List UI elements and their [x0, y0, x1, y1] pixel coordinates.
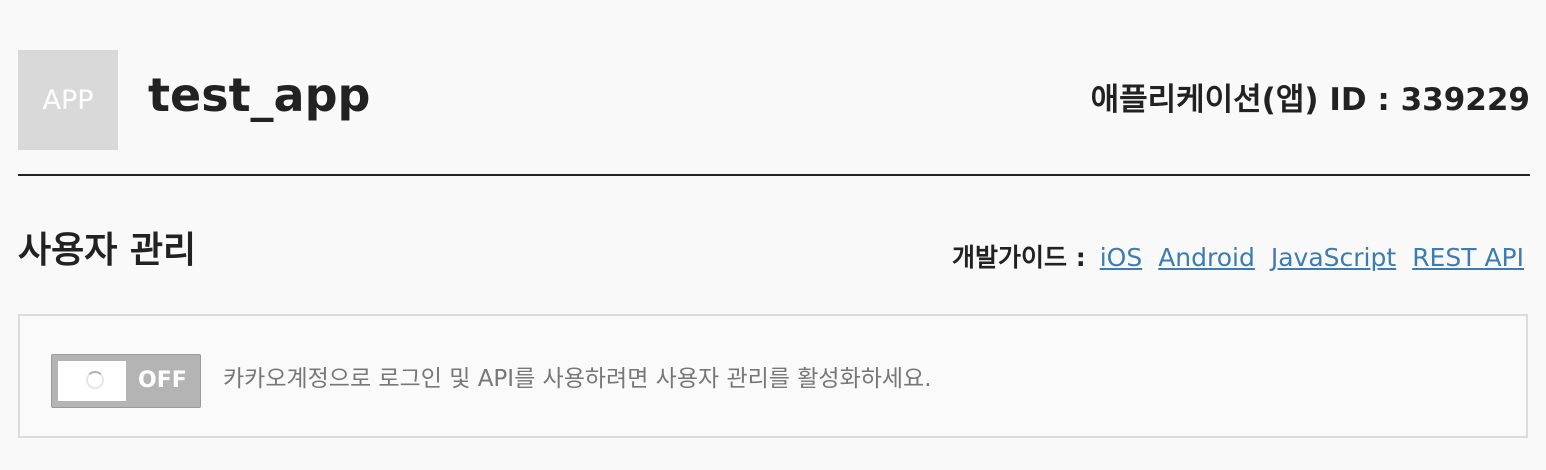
app-icon-label: APP: [42, 84, 94, 116]
user-management-panel: OFF 카카오계정으로 로그인 및 API를 사용하려면 사용자 관리를 활성화…: [18, 314, 1528, 438]
app-name: test_app: [148, 68, 371, 122]
guide-link-rest-api[interactable]: REST API: [1412, 240, 1524, 276]
app-id: 애플리케이션(앱) ID : 339229: [1090, 82, 1530, 118]
toggle-knob: [58, 361, 126, 401]
header-divider: [18, 174, 1530, 176]
guide-link-ios[interactable]: iOS: [1100, 240, 1143, 276]
dev-guide: 개발가이드 : iOS Android JavaScript REST API: [952, 240, 1524, 276]
panel-message: 카카오계정으로 로그인 및 API를 사용하려면 사용자 관리를 활성화하세요.: [223, 366, 932, 392]
user-management-toggle[interactable]: OFF: [51, 354, 201, 408]
app-icon: APP: [18, 50, 118, 150]
guide-link-javascript[interactable]: JavaScript: [1271, 240, 1396, 276]
loading-spinner-icon: [86, 371, 104, 389]
section-title: 사용자 관리: [18, 230, 197, 271]
app-header: APP test_app 애플리케이션(앱) ID : 339229: [18, 50, 1530, 150]
dev-guide-label: 개발가이드 :: [952, 243, 1086, 272]
toggle-state-label: OFF: [138, 368, 187, 393]
guide-link-android[interactable]: Android: [1158, 240, 1255, 276]
